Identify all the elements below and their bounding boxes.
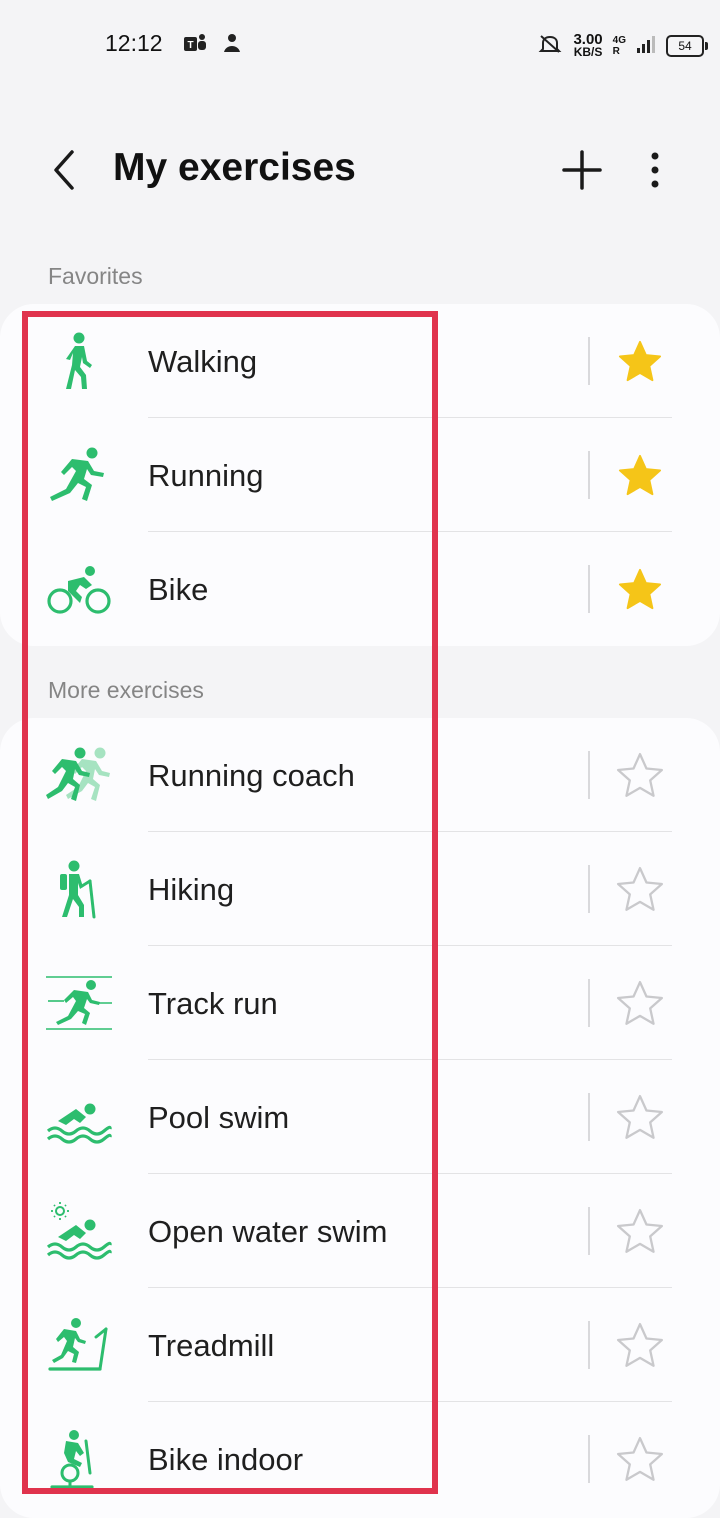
exercise-row-track-run[interactable]: Track run [0, 946, 720, 1060]
bike-indoor-icon [46, 1429, 112, 1489]
favorite-toggle-pool-swim[interactable] [612, 1090, 668, 1146]
chevron-left-icon [54, 150, 74, 190]
exercise-row-treadmill[interactable]: Treadmill [0, 1288, 720, 1402]
exercise-label: Bike indoor [148, 1442, 304, 1477]
favorites-card: Walking Running Bike [0, 304, 720, 646]
status-time: 12:12 [105, 30, 163, 56]
pool-swim-icon [46, 1087, 112, 1147]
running-icon [46, 445, 112, 505]
exercise-label: Track run [148, 986, 278, 1021]
running-coach-icon [46, 745, 112, 805]
divider [588, 337, 590, 385]
exercise-row-running[interactable]: Running [0, 418, 720, 532]
exercise-row-running-coach[interactable]: Running coach [0, 718, 720, 832]
star-outline-icon [616, 866, 664, 911]
more-exercises-section-label: More exercises [48, 677, 204, 703]
divider [588, 1435, 590, 1483]
app-notification-icon [220, 32, 244, 61]
star-outline-icon [616, 1322, 664, 1367]
bike-icon [46, 559, 112, 619]
exercise-row-pool-swim[interactable]: Pool swim [0, 1060, 720, 1174]
exercise-label: Open water swim [148, 1214, 388, 1249]
favorite-toggle-treadmill[interactable] [612, 1318, 668, 1374]
favorite-toggle-open-water-swim[interactable] [612, 1204, 668, 1260]
page-title: My exercises [113, 146, 356, 189]
exercise-row-open-water-swim[interactable]: Open water swim [0, 1174, 720, 1288]
divider [588, 979, 590, 1027]
status-indicators: 3.00 KB/S 4G R 54 [537, 28, 708, 64]
exercise-label: Pool swim [148, 1100, 290, 1135]
status-bar: 12:12 T 3.00 KB/S 4G R 54 [0, 0, 720, 90]
star-outline-icon [616, 1094, 664, 1139]
exercise-row-bike-indoor[interactable]: Bike indoor [0, 1402, 720, 1516]
add-exercise-button[interactable] [558, 144, 606, 196]
divider [588, 1093, 590, 1141]
star-outline-icon [616, 1436, 664, 1481]
favorite-toggle-track-run[interactable] [612, 976, 668, 1032]
divider [588, 451, 590, 499]
exercise-row-bike[interactable]: Bike [0, 532, 720, 646]
star-filled-icon [618, 568, 662, 610]
walking-icon [46, 331, 112, 391]
divider [588, 1321, 590, 1369]
favorite-toggle-running-coach[interactable] [612, 748, 668, 804]
favorite-toggle-bike-indoor[interactable] [612, 1432, 668, 1488]
more-vertical-icon [651, 152, 659, 188]
favorite-toggle-bike[interactable] [612, 562, 668, 618]
track-run-icon [46, 973, 112, 1033]
star-filled-icon [618, 340, 662, 382]
mute-icon [537, 32, 563, 61]
exercise-label: Walking [148, 344, 258, 379]
star-outline-icon [616, 1208, 664, 1253]
exercise-label: Bike [148, 572, 209, 607]
favorite-toggle-running[interactable] [612, 448, 668, 504]
divider [588, 865, 590, 913]
plus-icon [562, 150, 602, 190]
network-speed: 3.00 KB/S [573, 31, 603, 59]
signal-icon [636, 34, 656, 59]
divider [588, 751, 590, 799]
favorite-toggle-walking[interactable] [612, 334, 668, 390]
star-outline-icon [616, 980, 664, 1025]
back-button[interactable] [40, 142, 88, 198]
divider [588, 565, 590, 613]
exercise-label: Treadmill [148, 1328, 275, 1363]
battery-indicator: 54 [666, 35, 708, 57]
favorites-section-label: Favorites [48, 263, 143, 289]
svg-text:T: T [187, 40, 193, 51]
divider [588, 1207, 590, 1255]
more-exercises-card: Running coach Hiking Track run Pool swim… [0, 718, 720, 1518]
open-water-swim-icon [46, 1201, 112, 1261]
exercise-label: Running [148, 458, 264, 493]
star-outline-icon [616, 752, 664, 797]
treadmill-icon [46, 1315, 112, 1375]
exercise-row-hiking[interactable]: Hiking [0, 832, 720, 946]
exercise-label: Running coach [148, 758, 355, 793]
teams-icon: T [182, 32, 208, 61]
exercise-row-walking[interactable]: Walking [0, 304, 720, 418]
favorite-toggle-hiking[interactable] [612, 862, 668, 918]
star-filled-icon [618, 454, 662, 496]
more-options-button[interactable] [634, 144, 676, 196]
network-type: 4G R [612, 35, 626, 57]
exercise-label: Hiking [148, 872, 235, 907]
hiking-icon [46, 859, 112, 919]
